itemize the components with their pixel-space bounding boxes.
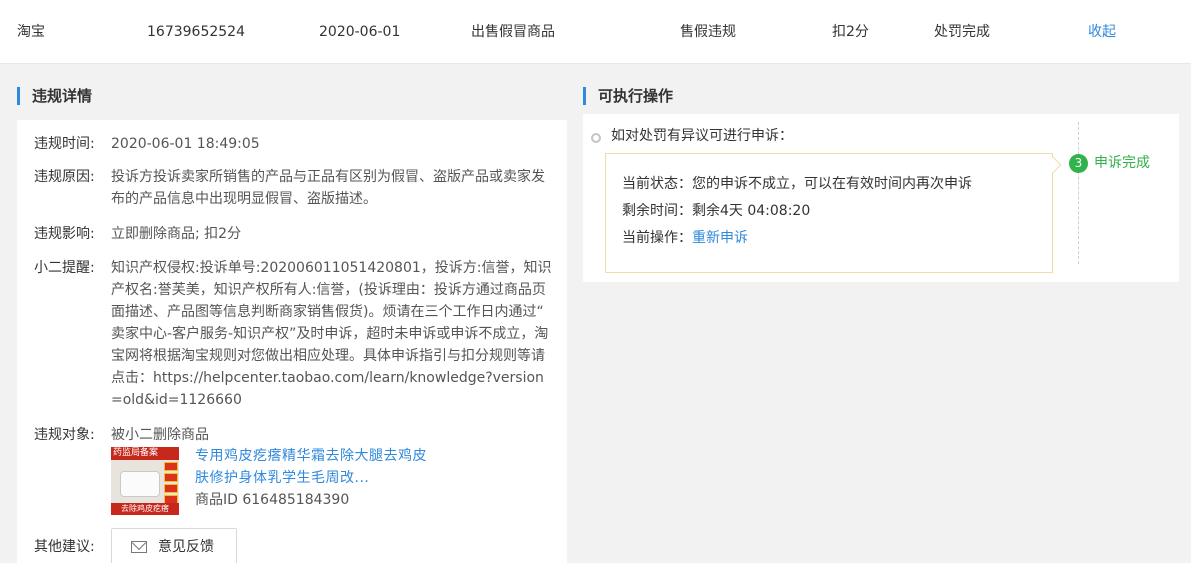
violation-target-label: 违规对象:	[34, 427, 95, 443]
violation-time-value: 2020-06-01 18:49:05	[111, 136, 260, 152]
staff-reminder-value: 知识产权侵权:投诉单号:202006011051420801，投诉方:信誉，知识…	[111, 260, 552, 408]
current-status-label: 当前状态：	[622, 176, 692, 192]
status-cell: 处罚完成	[934, 24, 990, 40]
product-title-link[interactable]: 专用鸡皮疙瘩精华霜去除大腿去鸡皮肤修护身体乳学生毛周改...	[195, 445, 435, 489]
current-operation-label: 当前操作：	[622, 230, 692, 246]
violation-impact-value: 立即删除商品; 扣2分	[111, 226, 242, 242]
deleted-product: 药监局备案 去除鸡皮疙瘩 专用鸡皮疙瘩精华霜去除大腿去鸡皮肤修护身体乳学生毛周改…	[111, 447, 551, 515]
staff-reminder-label: 小二提醒:	[34, 260, 95, 276]
appeal-status-box: 当前状态：您的申诉不成立，可以在有效时间内再次申诉 剩余时间：剩余4天 04:0…	[605, 153, 1053, 273]
step-label: 申诉完成	[1094, 155, 1150, 171]
collapse-link[interactable]: 收起	[1088, 0, 1116, 64]
date-cell: 2020-06-01	[319, 24, 401, 40]
violation-details-title: 违规详情	[17, 87, 92, 105]
thumbnail-tag	[164, 484, 178, 493]
remaining-time-value: 剩余4天 04:08:20	[692, 203, 811, 219]
thumbnail-banner: 药监局备案	[111, 447, 179, 460]
remaining-time-label: 剩余时间：	[622, 203, 692, 219]
product-jar-image	[120, 471, 160, 497]
violation-time-label: 违规时间:	[34, 136, 95, 152]
platform-cell: 淘宝	[17, 24, 45, 40]
remaining-time-row: 剩余时间：剩余4天 04:08:20	[622, 200, 810, 222]
violation-impact-row: 违规影响: 立即删除商品; 扣2分	[34, 223, 554, 245]
thumbnail-tag	[164, 462, 178, 471]
actions-panel: 如对处罚有异议可进行申诉： 3 申诉完成 当前状态：您的申诉不成立，可以在有效时…	[583, 114, 1179, 282]
step-timeline-line	[1078, 122, 1079, 264]
feedback-button[interactable]: 意见反馈	[111, 528, 237, 563]
mail-icon	[131, 541, 147, 553]
actions-title: 可执行操作	[583, 87, 673, 105]
other-suggestion-label: 其他建议:	[34, 539, 95, 555]
penalty-cell: 扣2分	[832, 24, 869, 40]
staff-reminder-row: 小二提醒: 知识产权侵权:投诉单号:202006011051420801，投诉方…	[34, 257, 554, 411]
violation-details-panel: 违规时间: 2020-06-01 18:49:05 违规原因: 投诉方投诉卖家所…	[17, 120, 567, 563]
feedback-button-label: 意见反馈	[158, 539, 214, 555]
thumbnail-footer: 去除鸡皮疙瘩	[111, 503, 179, 515]
product-thumbnail[interactable]: 药监局备案 去除鸡皮疙瘩	[111, 447, 179, 515]
circle-dot-icon	[591, 133, 601, 143]
violation-target-row: 违规对象: 被小二删除商品	[34, 424, 554, 446]
category-cell: 售假违规	[680, 24, 736, 40]
violation-reason-label: 违规原因:	[34, 169, 95, 185]
current-status-value: 您的申诉不成立，可以在有效时间内再次申诉	[692, 176, 972, 192]
reappeal-link[interactable]: 重新申诉	[692, 230, 748, 246]
violation-reason-row: 违规原因: 投诉方投诉卖家所销售的产品与正品有区别为假冒、盗版产品或卖家发布的产…	[34, 166, 554, 210]
violation-type-cell: 出售假冒商品	[471, 24, 555, 40]
appeal-prompt: 如对处罚有异议可进行申诉：	[611, 128, 793, 144]
violation-impact-label: 违规影响:	[34, 226, 95, 242]
order-id-cell: 16739652524	[147, 24, 245, 40]
current-operation-row: 当前操作：重新申诉	[622, 227, 748, 249]
violation-summary-row: 淘宝 16739652524 2020-06-01 出售假冒商品 售假违规 扣2…	[0, 0, 1191, 64]
product-id: 商品ID 616485184390	[195, 492, 350, 508]
current-status-row: 当前状态：您的申诉不成立，可以在有效时间内再次申诉	[622, 173, 972, 195]
violation-reason-value: 投诉方投诉卖家所销售的产品与正品有区别为假冒、盗版产品或卖家发布的产品信息中出现…	[111, 169, 545, 207]
step-number-badge: 3	[1069, 154, 1088, 173]
thumbnail-tag	[164, 473, 178, 482]
violation-target-value: 被小二删除商品	[111, 427, 209, 443]
violation-time-row: 违规时间: 2020-06-01 18:49:05	[34, 133, 554, 155]
